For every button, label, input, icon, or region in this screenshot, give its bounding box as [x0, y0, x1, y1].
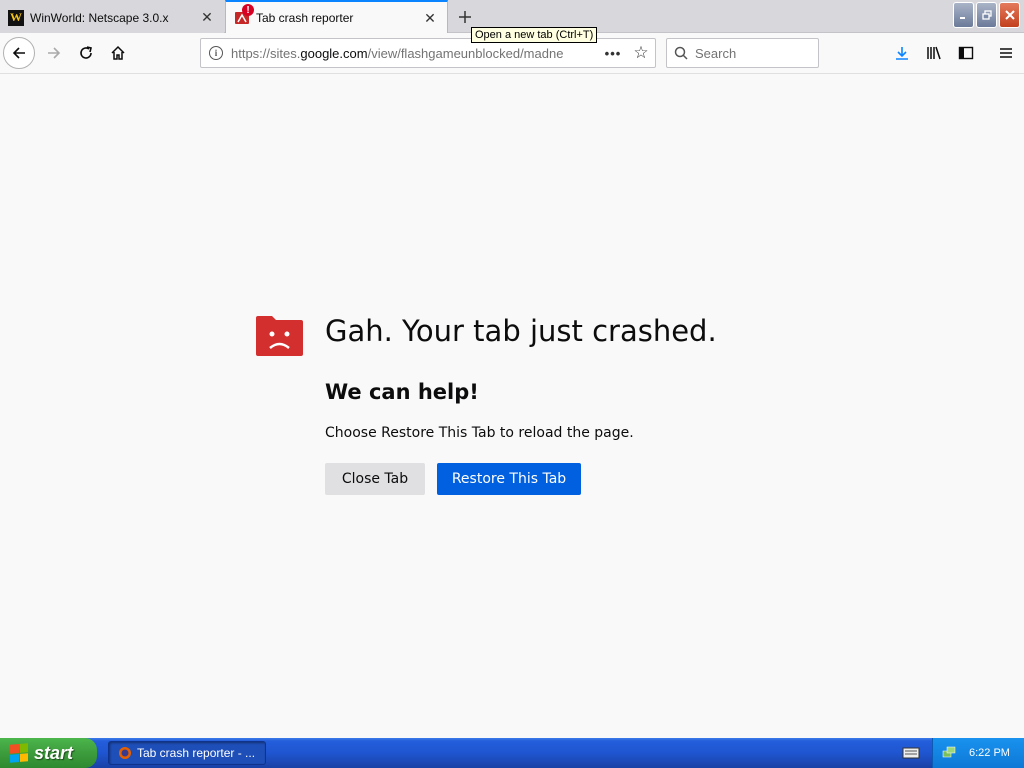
- crash-reporter-icon: !: [234, 4, 254, 26]
- forward-button[interactable]: [38, 37, 70, 69]
- library-button[interactable]: [918, 37, 950, 69]
- crash-subtitle: We can help!: [325, 380, 479, 404]
- library-icon: [927, 46, 941, 60]
- sidebar-button[interactable]: [950, 37, 982, 69]
- url-text[interactable]: https://sites.google.com/view/flashgameu…: [231, 46, 599, 61]
- crash-description: Choose Restore This Tab to reload the pa…: [325, 425, 634, 441]
- taskbar-item-label: Tab crash reporter - ...: [137, 746, 256, 760]
- tab-winworld[interactable]: W WinWorld: Netscape 3.0.x ✕: [0, 2, 224, 33]
- minimize-button[interactable]: [953, 2, 974, 28]
- downloads-button[interactable]: [886, 37, 918, 69]
- new-tab-tooltip: Open a new tab (Ctrl+T): [471, 27, 598, 43]
- site-info-button[interactable]: i: [201, 46, 231, 60]
- plus-icon: [459, 11, 471, 23]
- reload-button[interactable]: [70, 37, 102, 69]
- window-controls: [953, 2, 1020, 28]
- tab-title: WinWorld: Netscape 3.0.x: [30, 10, 169, 25]
- back-button[interactable]: [3, 37, 35, 69]
- close-window-button[interactable]: [999, 2, 1020, 28]
- url-domain: google.com: [300, 45, 368, 61]
- taskbar: start Tab crash reporter - ... 6:22 PM: [0, 738, 1024, 768]
- crash-page: Gah. Your tab just crashed. We can help!…: [0, 74, 1024, 738]
- network-icon[interactable]: [941, 745, 957, 761]
- tab-close-icon[interactable]: ✕: [198, 9, 216, 27]
- keyboard-icon[interactable]: [902, 745, 920, 761]
- hamburger-menu-button[interactable]: [990, 37, 1022, 69]
- bookmark-star-icon[interactable]: ☆: [627, 43, 655, 63]
- page-actions-button[interactable]: •••: [599, 46, 627, 61]
- tab-crash-reporter[interactable]: ! Tab crash reporter ✕: [225, 0, 448, 34]
- url-prefix: https://sites.: [231, 45, 301, 61]
- reload-icon: [80, 46, 92, 59]
- restore-button[interactable]: [976, 2, 997, 28]
- sidebar-icon: [958, 46, 974, 60]
- back-arrow-icon: [12, 47, 25, 59]
- search-bar[interactable]: [666, 38, 819, 68]
- windows-logo-icon: [10, 743, 28, 763]
- minimize-icon: [959, 17, 965, 19]
- crash-title: Gah. Your tab just crashed.: [325, 314, 717, 348]
- info-icon: i: [209, 46, 223, 60]
- hamburger-icon: [1000, 48, 1012, 58]
- sad-tab-icon: [256, 316, 303, 356]
- tab-title: Tab crash reporter: [256, 11, 354, 25]
- tab-strip: W WinWorld: Netscape 3.0.x ✕ ! Tab crash…: [0, 0, 1024, 43]
- start-label: start: [34, 742, 74, 763]
- forward-arrow-icon: [48, 47, 61, 59]
- system-tray: 6:22 PM: [932, 738, 1024, 768]
- search-input[interactable]: [695, 45, 805, 61]
- taskbar-item-crash-reporter[interactable]: Tab crash reporter - ...: [108, 741, 266, 765]
- close-tab-button[interactable]: Close Tab: [325, 463, 425, 495]
- restore-tab-button[interactable]: Restore This Tab: [437, 463, 581, 495]
- firefox-app-icon: [119, 747, 131, 759]
- tab-close-icon[interactable]: ✕: [421, 9, 439, 27]
- search-icon: [667, 46, 695, 60]
- home-icon: [111, 45, 125, 60]
- clock[interactable]: 6:22 PM: [969, 747, 1010, 759]
- winworld-icon: W: [8, 9, 24, 26]
- start-button[interactable]: start: [0, 738, 97, 768]
- url-path: /view/flashgameunblocked/madne: [367, 45, 564, 61]
- home-button[interactable]: [102, 37, 134, 69]
- restore-icon: [981, 10, 992, 20]
- close-icon: [1004, 10, 1015, 20]
- download-icon: [896, 47, 908, 60]
